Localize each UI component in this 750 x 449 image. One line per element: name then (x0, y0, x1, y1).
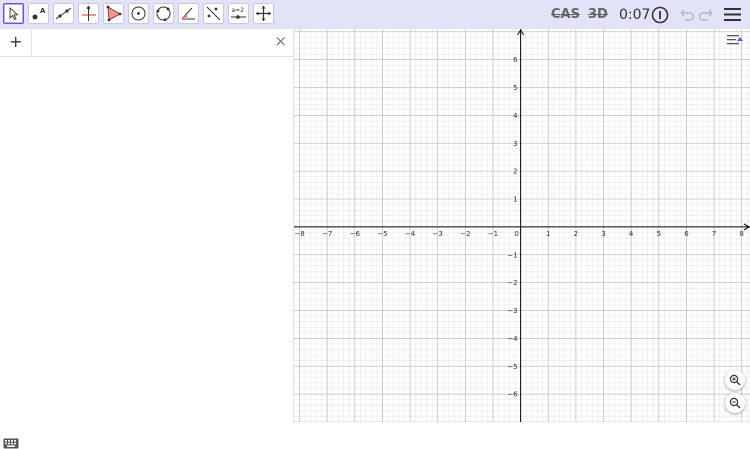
algebra-input-row[interactable]: + × (0, 29, 293, 57)
x-tick-label: −6 (350, 230, 361, 238)
redo-icon[interactable] (699, 8, 715, 22)
perpendicular-icon (82, 6, 96, 21)
style-bar-toggle-icon[interactable] (726, 32, 744, 48)
x-tick-label: 7 (712, 230, 716, 238)
close-icon[interactable]: × (274, 32, 287, 50)
y-tick-label: 5 (513, 84, 517, 92)
line-icon (55, 7, 72, 20)
move-graphics-tool-button[interactable] (253, 3, 274, 24)
zoom-in-icon (729, 374, 741, 386)
slider-tool-badge: a=2 (232, 7, 245, 14)
y-tick-label: −6 (507, 391, 518, 399)
zoom-out-button[interactable] (725, 393, 745, 413)
y-tick-label: −2 (507, 279, 517, 287)
polygon-tool-button[interactable] (103, 3, 124, 24)
x-tick-label: 8 (739, 230, 743, 238)
angle-tool-button[interactable] (178, 3, 199, 24)
3d-button[interactable]: 3D (588, 5, 608, 25)
x-tick-label: −3 (433, 230, 443, 238)
y-tick-label: −1 (507, 251, 517, 259)
input-divider (31, 29, 32, 56)
cas-button[interactable]: CAS (551, 5, 580, 25)
slider-tool-button[interactable]: a=2 (228, 3, 249, 24)
x-tick-label: −1 (488, 230, 498, 238)
circle-center-icon (131, 6, 146, 21)
x-tick-label: 3 (601, 230, 605, 238)
y-tick-label: 1 (513, 196, 517, 204)
x-tick-label: 0 (514, 230, 518, 238)
circle-three-points-icon (156, 6, 171, 22)
angle-icon (181, 7, 195, 20)
perpendicular-tool-button[interactable] (78, 3, 99, 24)
y-tick-label: 6 (513, 56, 518, 64)
x-tick-label: 5 (657, 230, 661, 238)
move-arrow-icon (9, 6, 19, 21)
circle-three-points-tool-button[interactable] (153, 3, 174, 24)
x-tick-label: −5 (377, 230, 387, 238)
toolbar: A a=2 CAS 3D 0:07 (0, 0, 750, 30)
x-tick-label: −2 (460, 230, 470, 238)
circle-center-tool-button[interactable] (128, 3, 149, 24)
x-tick-label: 4 (629, 230, 634, 238)
y-tick-label: −4 (507, 335, 518, 343)
y-tick-label: 3 (513, 140, 517, 148)
menu-icon[interactable] (724, 7, 741, 22)
point-tool-badge: A (40, 7, 46, 15)
move-graphics-icon (256, 6, 271, 21)
info-icon[interactable] (651, 6, 669, 24)
line-tool-button[interactable] (53, 3, 74, 24)
x-tick-label: −8 (294, 230, 304, 238)
coordinate-grid[interactable]: −8 −7 −6 −5 −4 −3 −2 −1 0 1 2 3 4 5 6 7 8 6 5 4 3 2 1 −1 −2 −3 −4 −… (294, 29, 750, 422)
y-tick-label: 4 (513, 112, 518, 120)
point-tool-button[interactable]: A (28, 3, 49, 24)
algebra-view: + × (0, 29, 294, 449)
x-tick-label: 2 (574, 230, 578, 238)
undo-icon[interactable] (678, 8, 694, 22)
reflect-icon (206, 6, 221, 21)
polygon-icon (106, 5, 122, 22)
x-tick-label: −4 (405, 230, 416, 238)
y-tick-label: −5 (507, 363, 517, 371)
point-icon: A (32, 7, 46, 20)
zoom-out-icon (729, 397, 741, 409)
y-tick-label: 2 (513, 168, 517, 176)
x-tick-label: −7 (322, 230, 332, 238)
y-tick-label: −3 (507, 307, 517, 315)
move-tool-button[interactable] (3, 3, 24, 24)
timer: 0:07 (619, 7, 651, 23)
x-tick-label: 1 (546, 230, 550, 238)
zoom-in-button[interactable] (725, 370, 745, 390)
add-icon[interactable]: + (9, 33, 22, 51)
keyboard-icon[interactable] (3, 438, 19, 449)
x-tick-label: 6 (684, 230, 689, 238)
graphics-view[interactable]: −8 −7 −6 −5 −4 −3 −2 −1 0 1 2 3 4 5 6 7 8 6 5 4 3 2 1 −1 −2 −3 −4 −… (294, 29, 750, 422)
reflect-tool-button[interactable] (203, 3, 224, 24)
slider-icon: a=2 (231, 7, 246, 19)
